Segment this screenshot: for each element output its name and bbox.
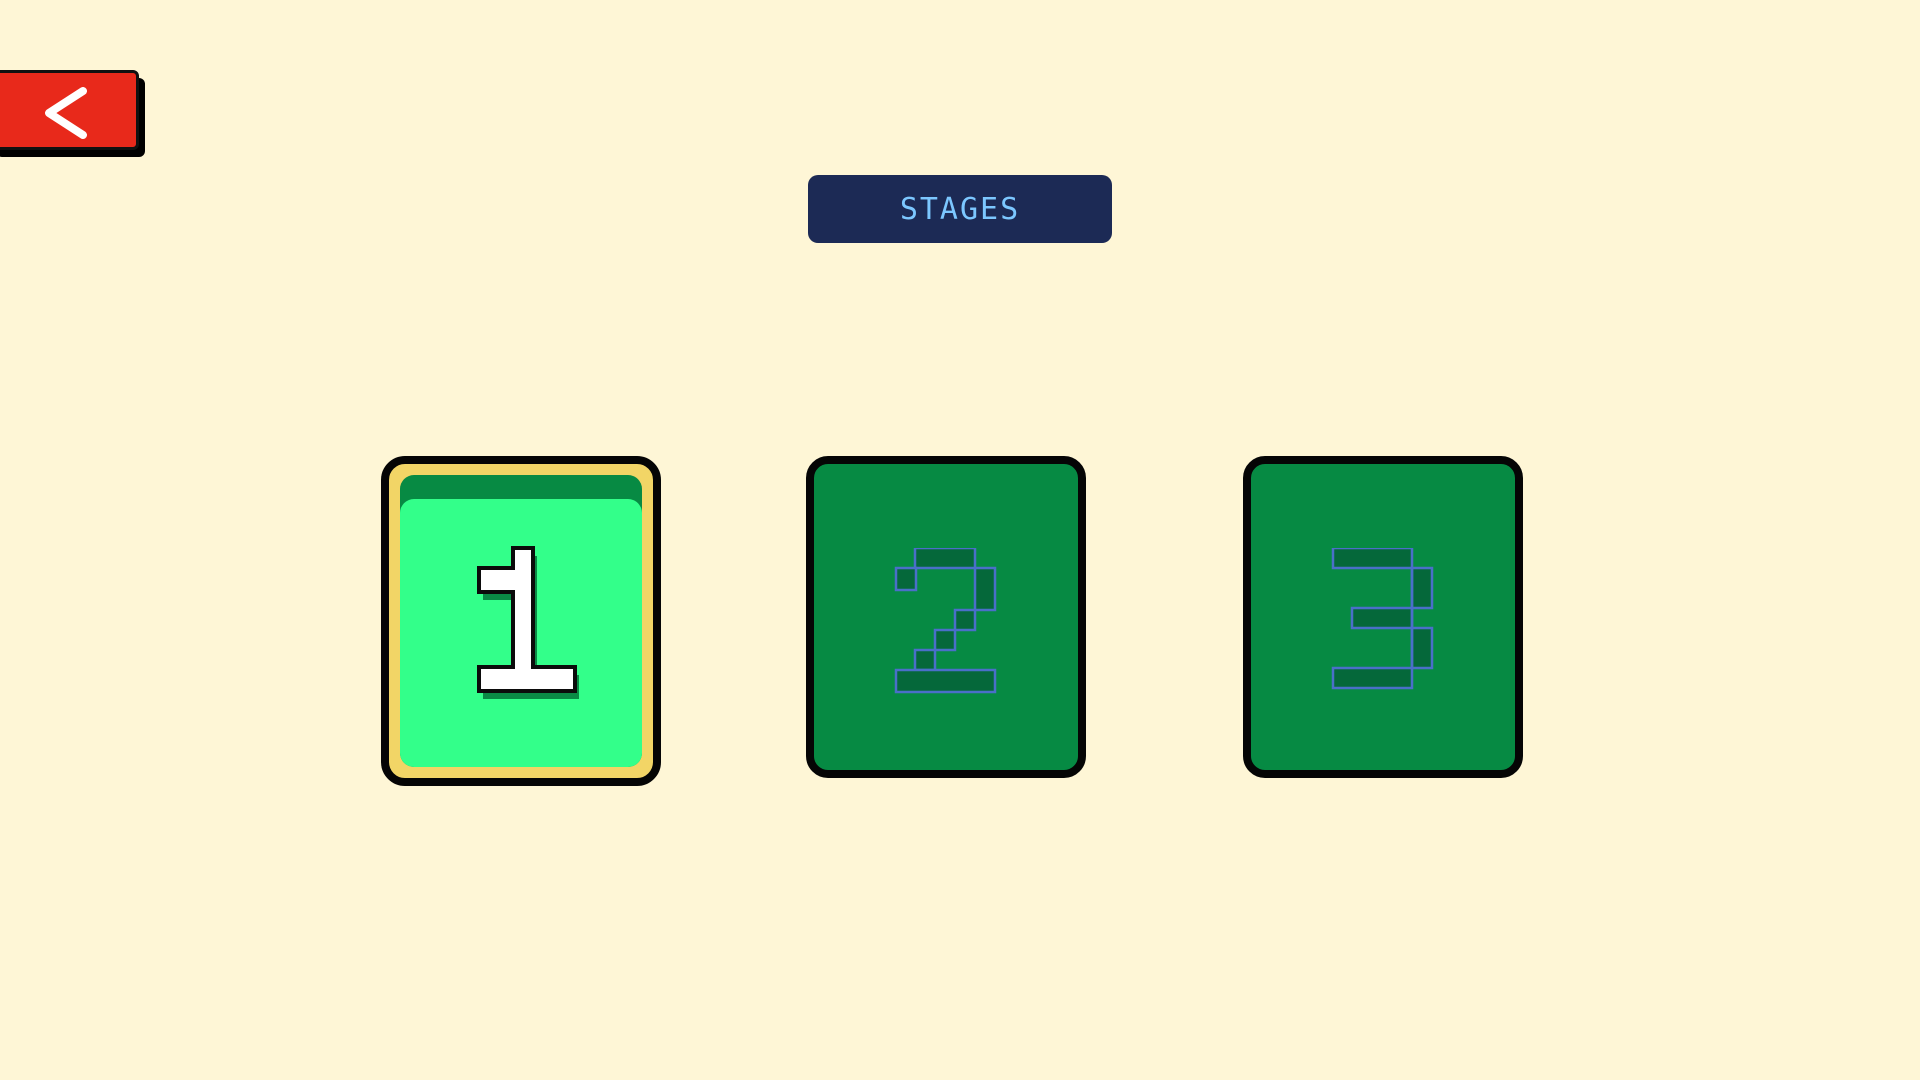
page-title-plate: STAGES	[808, 175, 1112, 243]
stage-card-1[interactable]	[381, 456, 661, 786]
stage-number-2-digit	[894, 548, 997, 694]
stage-card-3[interactable]	[1243, 456, 1523, 778]
page-title: STAGES	[899, 191, 1021, 227]
stage-card-2[interactable]	[806, 456, 1086, 778]
back-button[interactable]	[0, 70, 148, 158]
stage-number-3-digit	[1331, 548, 1434, 690]
stage-number-1-digit	[477, 546, 579, 699]
chevron-left-icon	[45, 87, 87, 139]
